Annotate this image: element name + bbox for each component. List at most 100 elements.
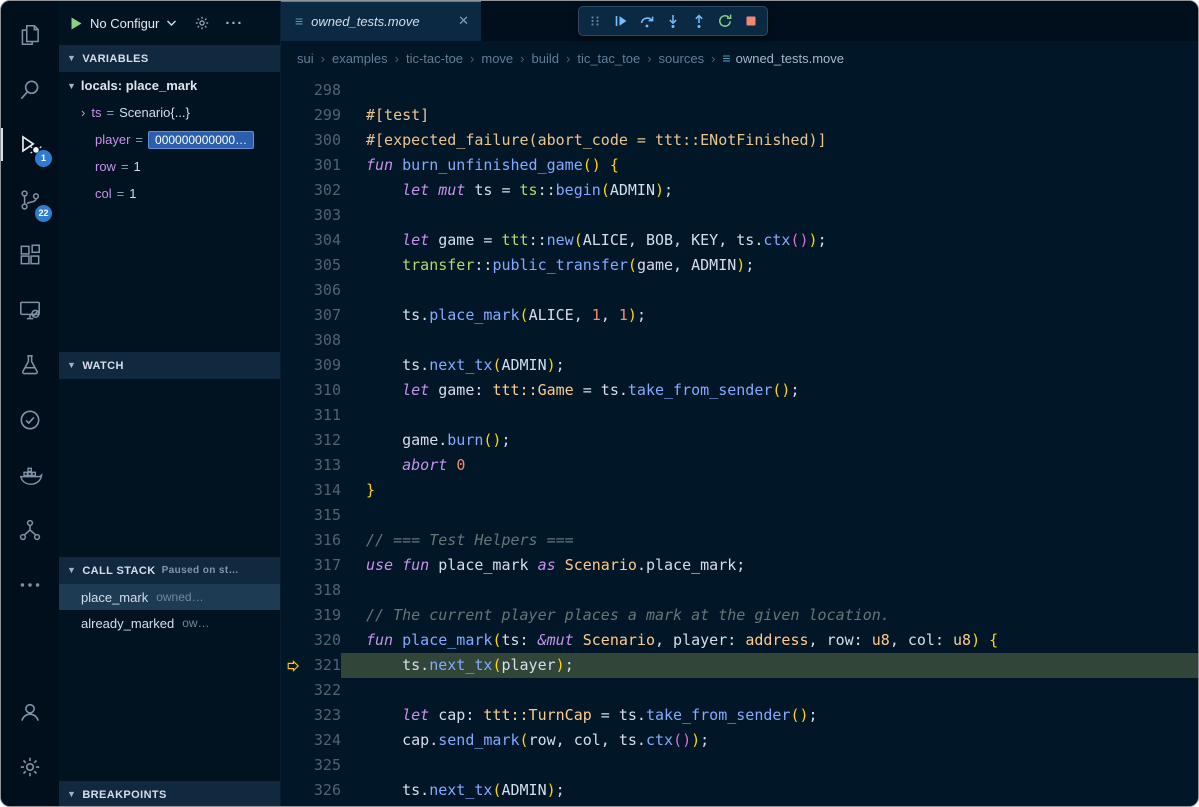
breakpoint-gutter[interactable]	[281, 178, 303, 203]
breakpoint-gutter[interactable]	[281, 278, 303, 303]
code-line-326[interactable]: 326 ts.next_tx(ADMIN);	[281, 778, 1198, 803]
source-control-icon[interactable]: 22	[1, 172, 59, 227]
breakpoint-gutter[interactable]	[281, 678, 303, 703]
breakpoint-gutter[interactable]	[281, 328, 303, 353]
code-line-302[interactable]: 302 let mut ts = ts::begin(ADMIN);	[281, 178, 1198, 203]
breadcrumb-item[interactable]: tic_tac_toe	[577, 51, 640, 66]
run-debug-icon[interactable]: 1	[1, 117, 59, 172]
code-line-314[interactable]: 314}	[281, 478, 1198, 503]
debug-toolbar-drag-handle[interactable]	[582, 8, 608, 34]
variable-value[interactable]: 000000000000…	[148, 131, 254, 149]
breakpoint-gutter[interactable]	[281, 628, 303, 653]
breakpoint-gutter[interactable]	[281, 103, 303, 128]
code-line-304[interactable]: 304 let game = ttt::new(ALICE, BOB, KEY,…	[281, 228, 1198, 253]
code-line-309[interactable]: 309 ts.next_tx(ADMIN);	[281, 353, 1198, 378]
settings-gear-icon[interactable]	[1, 739, 59, 794]
expand-chevron-icon[interactable]: ›	[81, 105, 85, 120]
breakpoint-gutter[interactable]	[281, 778, 303, 803]
breakpoint-gutter[interactable]	[281, 553, 303, 578]
code-editor[interactable]: 298299#[test]300#[expected_failure(abort…	[281, 75, 1198, 806]
code-line-311[interactable]: 311	[281, 403, 1198, 428]
docker-icon[interactable]	[1, 447, 59, 502]
code-line-315[interactable]: 315	[281, 503, 1198, 528]
sidebar-more-actions-icon[interactable]: ···	[225, 15, 243, 32]
breadcrumb-item[interactable]: tic-tac-toe	[406, 51, 463, 66]
breakpoint-gutter[interactable]	[281, 403, 303, 428]
tab-owned-tests[interactable]: ≡ owned_tests.move ✕	[281, 1, 481, 41]
breakpoint-gutter[interactable]	[281, 528, 303, 553]
breadcrumb-item[interactable]: examples	[332, 51, 388, 66]
code-line-305[interactable]: 305 transfer::public_transfer(game, ADMI…	[281, 253, 1198, 278]
code-line-317[interactable]: 317use fun place_mark as Scenario.place_…	[281, 553, 1198, 578]
breakpoint-gutter[interactable]	[281, 128, 303, 153]
code-line-312[interactable]: 312 game.burn();	[281, 428, 1198, 453]
code-line-306[interactable]: 306	[281, 278, 1198, 303]
code-line-308[interactable]: 308	[281, 328, 1198, 353]
stack-frame-place_mark[interactable]: place_markowned…	[59, 584, 280, 610]
step-over-button[interactable]	[634, 8, 660, 34]
remote-explorer-icon[interactable]	[1, 282, 59, 337]
code-line-321[interactable]: 321 ts.next_tx(player);	[281, 653, 1198, 678]
step-out-button[interactable]	[686, 8, 712, 34]
breakpoint-gutter[interactable]	[281, 728, 303, 753]
watch-section-header[interactable]: ▼ WATCH	[59, 352, 280, 379]
breakpoint-gutter[interactable]	[281, 78, 303, 103]
continue-button[interactable]	[608, 8, 634, 34]
account-icon[interactable]	[1, 684, 59, 739]
breadcrumb-item[interactable]: move	[481, 51, 513, 66]
code-line-301[interactable]: 301fun burn_unfinished_game() {	[281, 153, 1198, 178]
restart-button[interactable]	[712, 8, 738, 34]
search-icon[interactable]	[1, 62, 59, 117]
breakpoint-gutter[interactable]	[281, 503, 303, 528]
code-line-318[interactable]: 318	[281, 578, 1198, 603]
code-line-319[interactable]: 319// The current player places a mark a…	[281, 603, 1198, 628]
scope-row[interactable]: ▼ locals: place_mark	[59, 72, 280, 99]
breakpoint-gutter[interactable]	[281, 753, 303, 778]
breadcrumb-item[interactable]: build	[532, 51, 559, 66]
debug-settings-gear-icon[interactable]	[194, 15, 210, 31]
breakpoints-section-header[interactable]: ▼ BREAKPOINTS	[59, 781, 280, 807]
code-line-299[interactable]: 299#[test]	[281, 103, 1198, 128]
code-line-300[interactable]: 300#[expected_failure(abort_code = ttt::…	[281, 128, 1198, 153]
chevron-down-icon[interactable]	[166, 19, 177, 27]
code-line-303[interactable]: 303	[281, 203, 1198, 228]
breakpoint-gutter[interactable]	[281, 153, 303, 178]
debug-config-dropdown[interactable]: No Configur	[90, 16, 159, 31]
breakpoint-gutter[interactable]	[281, 453, 303, 478]
breakpoint-gutter[interactable]	[281, 578, 303, 603]
breakpoint-gutter[interactable]	[281, 428, 303, 453]
references-icon[interactable]	[1, 502, 59, 557]
breakpoint-gutter[interactable]	[281, 378, 303, 403]
explorer-icon[interactable]	[1, 7, 59, 62]
breakpoint-gutter[interactable]	[281, 253, 303, 278]
breakpoint-gutter[interactable]	[281, 353, 303, 378]
variable-row-player[interactable]: player=000000000000…	[59, 126, 280, 153]
extensions-icon[interactable]	[1, 227, 59, 282]
variables-section-header[interactable]: ▼ VARIABLES	[59, 45, 280, 72]
variable-row-col[interactable]: col=1	[59, 180, 280, 207]
breakpoint-gutter[interactable]	[281, 203, 303, 228]
code-line-316[interactable]: 316// === Test Helpers ===	[281, 528, 1198, 553]
breadcrumb-item[interactable]: sources	[659, 51, 705, 66]
breakpoint-gutter[interactable]	[281, 228, 303, 253]
breakpoint-gutter[interactable]	[281, 303, 303, 328]
variable-row-ts[interactable]: ›ts=Scenario{...}	[59, 99, 280, 126]
variable-row-row[interactable]: row=1	[59, 153, 280, 180]
code-line-320[interactable]: 320fun place_mark(ts: &mut Scenario, pla…	[281, 628, 1198, 653]
code-line-323[interactable]: 323 let cap: ttt::TurnCap = ts.take_from…	[281, 703, 1198, 728]
code-line-322[interactable]: 322	[281, 678, 1198, 703]
breadcrumb-item[interactable]: sui	[297, 51, 314, 66]
code-line-324[interactable]: 324 cap.send_mark(row, col, ts.ctx());	[281, 728, 1198, 753]
code-line-307[interactable]: 307 ts.place_mark(ALICE, 1, 1);	[281, 303, 1198, 328]
tab-close-icon[interactable]: ✕	[458, 13, 469, 29]
breadcrumb-file[interactable]: ≡owned_tests.move	[722, 50, 844, 66]
stack-frame-already_marked[interactable]: already_markedow…	[59, 610, 280, 636]
code-line-310[interactable]: 310 let game: ttt::Game = ts.take_from_s…	[281, 378, 1198, 403]
more-actions-icon[interactable]	[1, 557, 59, 612]
call-stack-section-header[interactable]: ▼ CALL STACK Paused on st…	[59, 557, 280, 584]
breakpoint-gutter[interactable]	[281, 603, 303, 628]
breakpoint-gutter[interactable]	[281, 703, 303, 728]
code-line-325[interactable]: 325	[281, 753, 1198, 778]
code-line-313[interactable]: 313 abort 0	[281, 453, 1198, 478]
code-line-298[interactable]: 298	[281, 78, 1198, 103]
